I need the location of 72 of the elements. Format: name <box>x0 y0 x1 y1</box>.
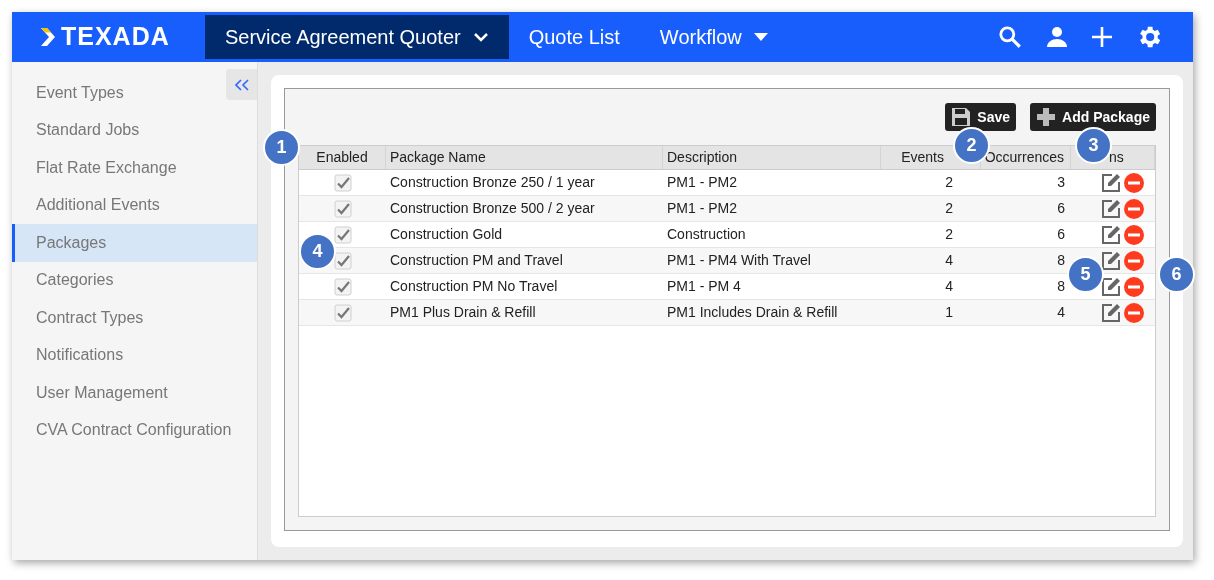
sidebar-item[interactable]: Standard Jobs <box>12 111 257 149</box>
table-cell-text: Construction Bronze 500 / 2 year <box>389 199 596 218</box>
logo-icon <box>39 27 57 47</box>
table-row[interactable]: Construction Bronze 500 / 2 year PM1 - PM2 2 6 <box>299 196 1155 222</box>
delete-icon[interactable] <box>1124 224 1144 245</box>
sidebar-item[interactable]: Notifications <box>12 336 257 374</box>
collapse-button[interactable] <box>226 69 257 100</box>
table-cell-text: PM1 - PM2 <box>666 199 738 218</box>
delete-icon[interactable] <box>1124 302 1144 323</box>
table-cell-text: 2 <box>944 225 954 244</box>
delete-icon[interactable] <box>1124 276 1144 297</box>
table-cell-text: 1 <box>944 303 954 322</box>
nav-tab[interactable]: Quote List <box>508 15 640 59</box>
delete-icon[interactable] <box>1124 250 1144 271</box>
table-cell-text: 2 <box>944 199 954 218</box>
checked-checkbox[interactable] <box>333 173 352 192</box>
table-cell-text: PM1 - PM 4 <box>666 277 742 296</box>
table-cell-text: Construction Bronze 250 / 1 year <box>389 173 596 192</box>
search-icon[interactable] <box>997 24 1023 50</box>
table-cell-text: 6 <box>1056 225 1066 244</box>
add-button[interactable]: Add Package <box>1030 103 1156 131</box>
checked-checkbox[interactable] <box>333 225 352 244</box>
edit-icon[interactable] <box>1101 172 1121 193</box>
checked-checkbox[interactable] <box>333 199 352 218</box>
sidebar-item[interactable]: CVA Contract Configuration <box>12 411 257 449</box>
table-cell-text: 8 <box>1056 277 1066 296</box>
table-cell-text: 8 <box>1056 251 1066 270</box>
table-cell-text: Construction PM and Travel <box>389 251 564 270</box>
sidebar-item[interactable]: Contract Types <box>12 299 257 337</box>
delete-icon[interactable] <box>1124 198 1144 219</box>
nav-tab[interactable]: Workflow <box>639 15 788 59</box>
table-cell-text: PM1 Plus Drain & Refill <box>389 303 537 322</box>
edit-icon[interactable] <box>1101 224 1121 245</box>
table-cell-text: 4 <box>944 251 954 270</box>
edit-icon[interactable] <box>1101 302 1121 323</box>
sidebar-item[interactable]: Flat Rate Exchange <box>12 149 257 187</box>
table-cell-text: 2 <box>944 173 954 192</box>
checked-checkbox[interactable] <box>333 303 352 322</box>
logo-text: TEXADA <box>61 21 170 53</box>
table-cell-text: Construction <box>666 225 747 244</box>
delete-icon[interactable] <box>1124 172 1144 193</box>
caret-icon <box>753 33 768 41</box>
nav-tab[interactable]: Service Agreement Quoter <box>205 15 509 59</box>
plus-icon <box>1036 107 1057 127</box>
table-row[interactable]: PM1 Plus Drain & Refill PM1 Includes Drain & Refill 1 4 <box>299 300 1155 326</box>
checked-checkbox[interactable] <box>333 277 352 296</box>
checked-checkbox[interactable] <box>333 251 352 270</box>
column-header: Description <box>663 146 881 169</box>
sidebar-item[interactable]: Packages <box>12 224 257 262</box>
table-cell-text: 4 <box>944 277 954 296</box>
table-cell-text: PM1 Includes Drain & Refill <box>666 303 839 322</box>
sidebar-item[interactable]: Categories <box>12 261 257 299</box>
sidebar-item[interactable]: Additional Events <box>12 186 257 224</box>
user-icon[interactable] <box>1045 25 1069 49</box>
table-cell-text: PM1 - PM4 With Travel <box>666 251 812 270</box>
table-cell-text: Construction Gold <box>389 225 504 244</box>
table-cell-text: 4 <box>1056 303 1066 322</box>
sidebar-item[interactable]: User Management <box>12 374 257 412</box>
double-chevron-icon <box>234 78 249 91</box>
table-cell-text: 3 <box>1056 173 1066 192</box>
table-cell-text: Construction PM No Travel <box>389 277 559 296</box>
edit-icon[interactable] <box>1101 276 1121 297</box>
edit-icon[interactable] <box>1101 198 1121 219</box>
sidebar-item[interactable]: Event Types <box>12 74 228 112</box>
plus-icon[interactable] <box>1091 26 1113 48</box>
save-button[interactable]: Save <box>945 103 1017 131</box>
table-row[interactable]: Construction Bronze 250 / 1 year PM1 - PM2 2 3 <box>299 170 1155 196</box>
chevron-icon <box>472 32 489 42</box>
table-cell-text: PM1 - PM2 <box>666 173 738 192</box>
column-header: Package Name <box>386 146 663 169</box>
edit-icon[interactable] <box>1101 250 1121 271</box>
table-cell-text: 6 <box>1056 199 1066 218</box>
